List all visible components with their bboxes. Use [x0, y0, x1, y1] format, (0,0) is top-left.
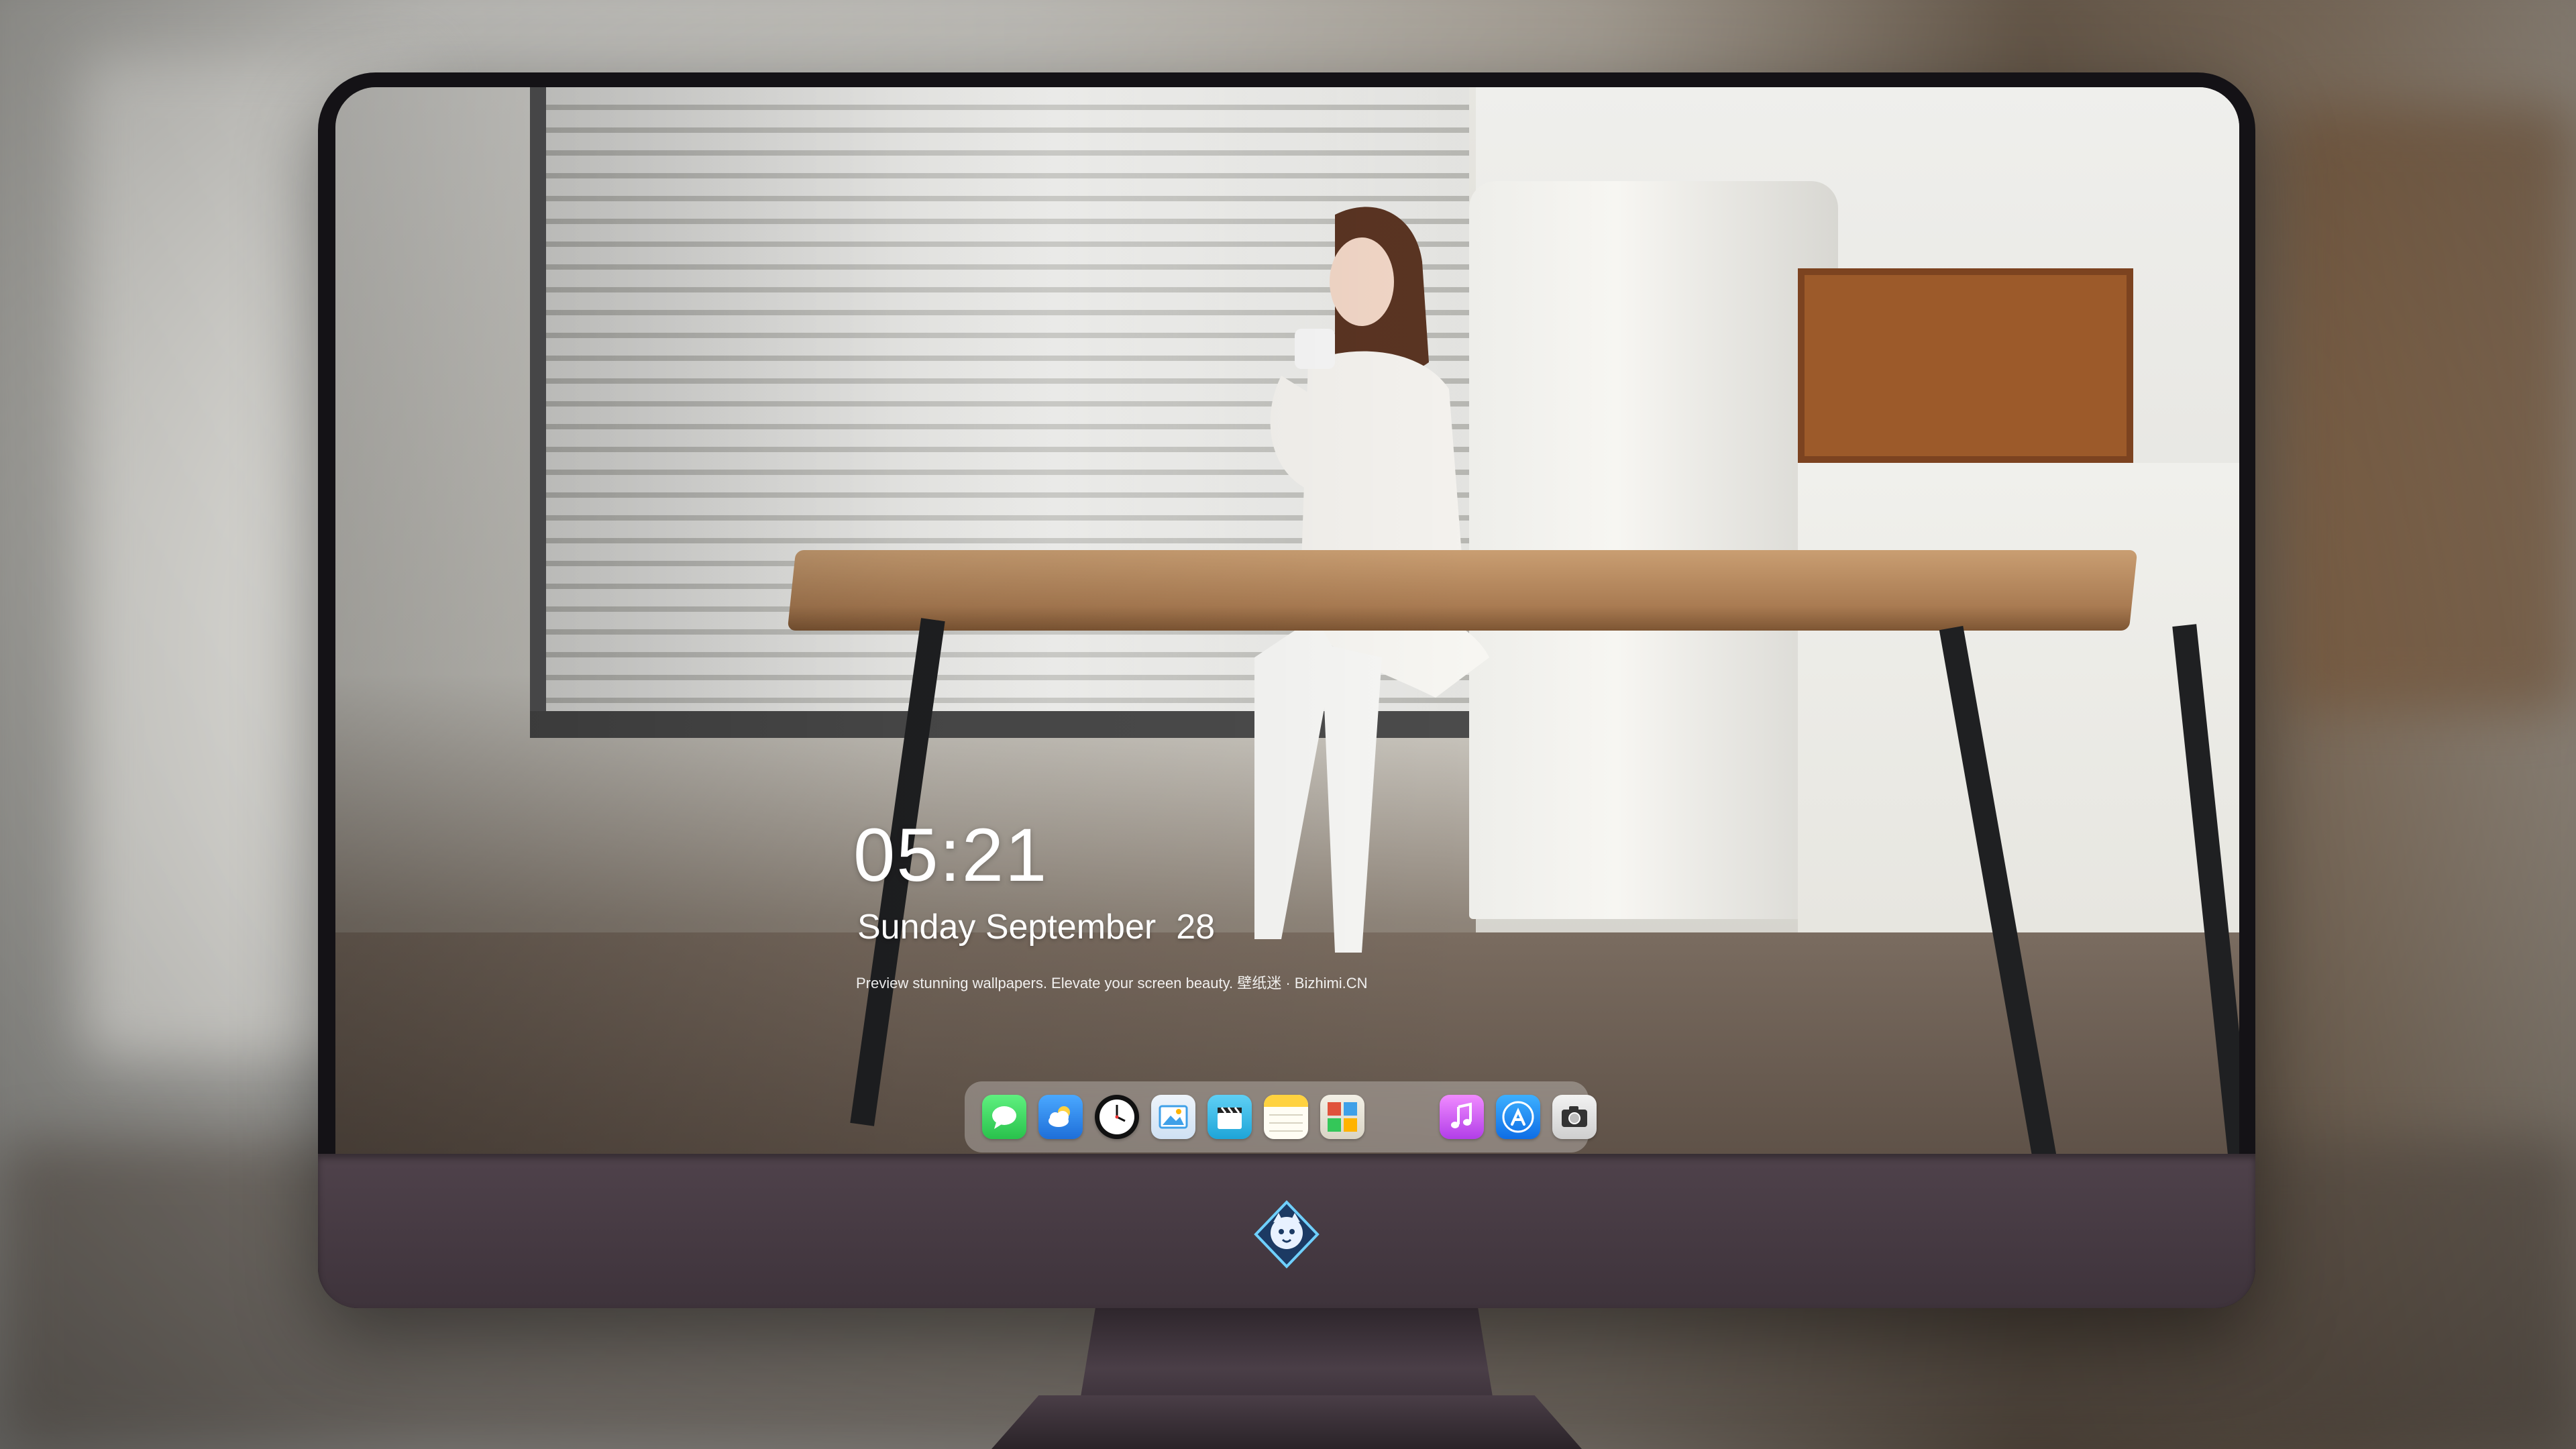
dock-app-camera[interactable]: [1552, 1095, 1597, 1139]
music-note-icon: [1451, 1102, 1472, 1128]
app-store-icon: [1502, 1101, 1534, 1133]
notes-icon: [1264, 1095, 1308, 1132]
clock-icon: [1099, 1099, 1134, 1134]
dock-app-clips[interactable]: [1208, 1095, 1252, 1139]
lock-clock: 05:21: [853, 813, 1049, 897]
dock-app-notes[interactable]: [1264, 1095, 1308, 1139]
dock: [965, 1081, 1597, 1152]
camera-icon: [1562, 1106, 1587, 1127]
dock-app-app-store[interactable]: [1496, 1095, 1540, 1139]
desktop-screen: 05:21 Sunday September 28 Preview stunnin…: [335, 87, 2239, 1154]
monitor-stand-neck: [1079, 1308, 1495, 1409]
lock-weekday: Sunday: [857, 908, 976, 947]
mascot-badge-icon: [1252, 1199, 1322, 1269]
dock-app-weather[interactable]: [1038, 1095, 1083, 1139]
lock-day: 28: [1176, 908, 1216, 947]
wallpaper-shade: [335, 87, 2239, 1154]
cloud-sun-icon: [1049, 1106, 1070, 1127]
lock-month: September: [985, 908, 1157, 947]
lock-date: Sunday September 28: [857, 907, 1215, 947]
dock-app-preview[interactable]: [1151, 1095, 1195, 1139]
dock-app-itunes[interactable]: [1440, 1095, 1484, 1139]
monitor-stand-base: [991, 1395, 1582, 1449]
dock-app-clock[interactable]: [1095, 1095, 1139, 1139]
photo-viewer-icon: [1159, 1105, 1188, 1129]
wallpaper: [335, 87, 2239, 1154]
clapperboard-icon: [1218, 1107, 1242, 1129]
photo-booth-icon: [1328, 1102, 1357, 1132]
dock-app-photo-booth[interactable]: [1320, 1095, 1364, 1139]
speech-bubble-icon: [992, 1106, 1016, 1129]
wallpaper-tagline: Preview stunning wallpapers. Elevate you…: [856, 975, 1368, 991]
dock-app-messages[interactable]: [982, 1095, 1026, 1139]
